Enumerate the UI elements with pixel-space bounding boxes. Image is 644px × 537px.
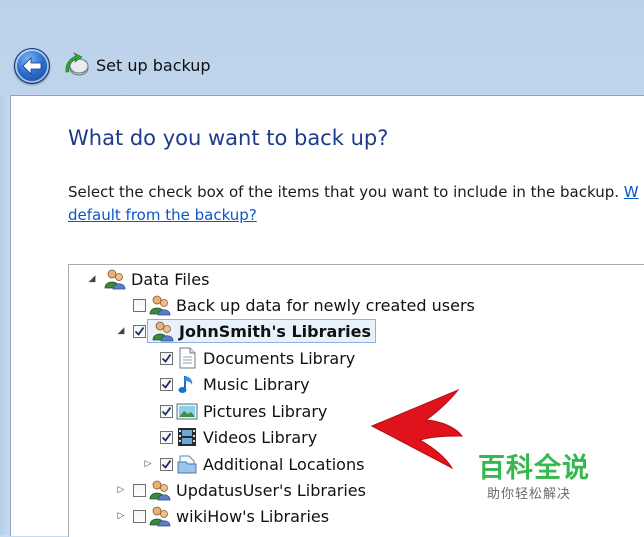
window-frame-left-edge xyxy=(0,95,10,535)
tree-expander-collapsed-icon[interactable]: ▷ xyxy=(115,484,127,496)
tree-item-updatususer-libraries[interactable]: ▷ UpdatusUser's Libraries xyxy=(115,477,366,503)
users-icon xyxy=(149,295,171,316)
picture-icon xyxy=(176,403,198,420)
tree-expander-collapsed-icon[interactable]: ▷ xyxy=(115,510,127,522)
checkbox-updatususer-libraries[interactable] xyxy=(133,483,146,497)
users-icon xyxy=(149,480,171,501)
tree-item-selection: JohnSmith's Libraries xyxy=(147,319,377,343)
tree-item-wikihow-libraries[interactable]: ▷ wikiHow's Libraries xyxy=(115,503,329,529)
tree-item-label: Back up data for newly created users xyxy=(176,295,475,315)
checkmark-icon xyxy=(161,459,172,469)
checkbox-johnsmith-libraries[interactable] xyxy=(133,324,146,338)
tree-item-label: Videos Library xyxy=(203,427,318,447)
tree-item-label: Pictures Library xyxy=(203,401,328,421)
checkbox-wikihow-libraries[interactable] xyxy=(133,509,146,523)
watermark-subtitle: 助你轻松解决 xyxy=(487,487,572,502)
checkbox-additional-locations[interactable] xyxy=(160,457,173,471)
users-icon xyxy=(149,506,171,527)
back-button[interactable] xyxy=(14,48,50,84)
description-text: Select the check box of the items that y… xyxy=(68,183,620,201)
window-title: Set up backup xyxy=(96,56,211,75)
tree-item-documents-library[interactable]: Documents Library xyxy=(160,345,355,371)
folder-icon xyxy=(177,455,197,474)
backup-app-icon xyxy=(62,52,90,78)
tree-item-data-files[interactable]: ◢ Data Files xyxy=(86,266,209,292)
tree-item-label: wikiHow's Libraries xyxy=(176,506,330,526)
users-icon xyxy=(152,321,174,342)
users-icon xyxy=(104,269,126,290)
tree-item-label: Documents Library xyxy=(203,348,356,368)
checkbox-pictures-library[interactable] xyxy=(160,404,173,418)
checkmark-icon xyxy=(134,326,145,336)
tree-expander-expanded-icon[interactable]: ◢ xyxy=(115,325,127,337)
annotation-arrow-icon xyxy=(370,388,464,470)
checkbox-videos-library[interactable] xyxy=(160,430,173,444)
watermark-title: 百科全说 xyxy=(478,453,590,484)
document-icon xyxy=(179,347,196,369)
tree-item-johnsmith-libraries[interactable]: ◢ JohnSmith's Libraries xyxy=(115,318,377,344)
description-link[interactable]: default from the backup? xyxy=(68,206,257,224)
checkmark-icon xyxy=(161,432,172,442)
tree-item-label: Additional Locations xyxy=(203,454,365,474)
film-icon xyxy=(178,428,196,446)
tree-item-videos-library[interactable]: Videos Library xyxy=(160,424,317,450)
tree-item-pictures-library[interactable]: Pictures Library xyxy=(160,398,327,424)
music-note-icon xyxy=(178,376,193,393)
tree-expander-collapsed-icon[interactable]: ▷ xyxy=(142,458,154,470)
checkbox-documents-library[interactable] xyxy=(160,351,173,365)
page-heading: What do you want to back up? xyxy=(68,126,389,150)
tree-item-new-users[interactable]: Back up data for newly created users xyxy=(115,292,475,318)
tree-item-music-library[interactable]: Music Library xyxy=(160,371,310,397)
tree-item-label: JohnSmith's Libraries xyxy=(179,321,372,341)
checkmark-icon xyxy=(161,379,172,389)
back-arrow-icon xyxy=(22,57,42,75)
description-link-start[interactable]: W xyxy=(624,183,639,201)
checkbox-music-library[interactable] xyxy=(160,377,173,391)
checkmark-icon xyxy=(161,406,172,416)
tree-item-additional-locations[interactable]: ▷ Additional Locations xyxy=(142,451,364,477)
checkbox-new-users[interactable] xyxy=(133,298,146,312)
checkmark-icon xyxy=(161,353,172,363)
tree-item-label: UpdatusUser's Libraries xyxy=(176,480,366,500)
tree-expander-expanded-icon[interactable]: ◢ xyxy=(86,273,98,285)
page-description: Select the check box of the items that y… xyxy=(68,183,639,201)
tree-item-label: Data Files xyxy=(131,269,210,289)
tree-item-label: Music Library xyxy=(203,374,310,394)
